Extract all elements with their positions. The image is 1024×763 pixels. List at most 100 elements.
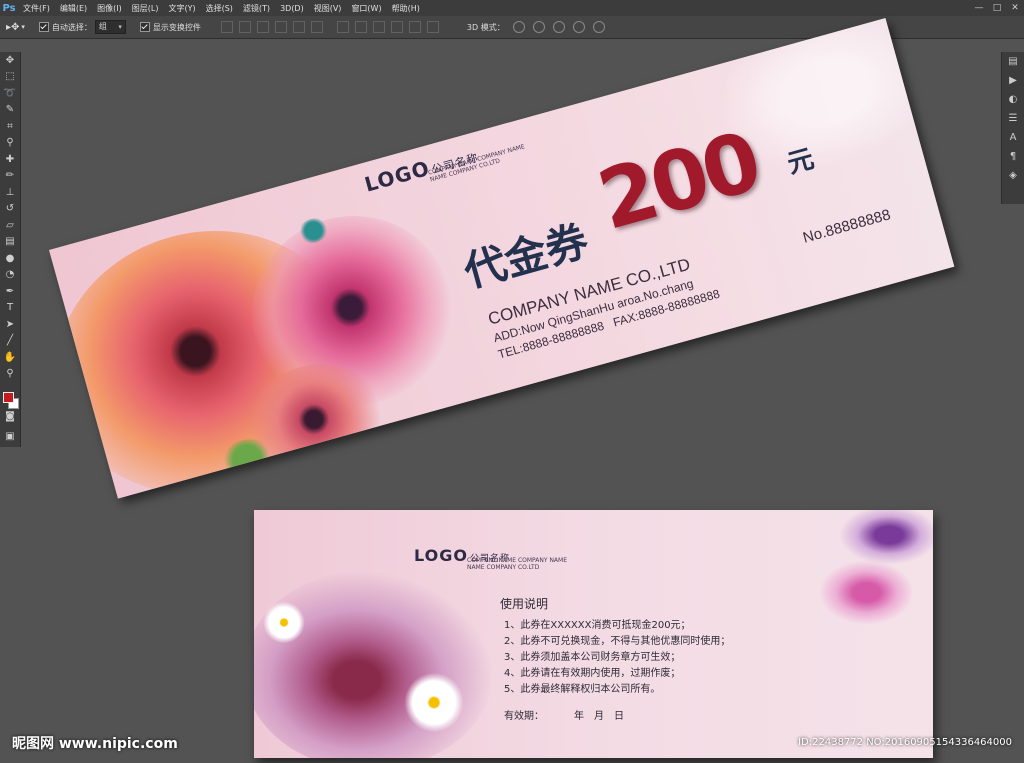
blur-tool-icon[interactable]: ● xyxy=(0,250,20,267)
distribute-left-icon[interactable] xyxy=(390,21,403,33)
menu-3d[interactable]: 3D(D) xyxy=(275,4,309,13)
marquee-tool-icon[interactable]: ⬚ xyxy=(0,69,20,86)
align-middle-icon[interactable] xyxy=(238,21,251,33)
validity-date-fields: 年 月 日 xyxy=(574,711,624,722)
quick-mask-icon[interactable]: ◙ xyxy=(0,408,20,425)
3d-panel-icon[interactable]: ◈ xyxy=(1002,166,1024,185)
rules-title: 使用说明 xyxy=(500,597,549,611)
lasso-tool-icon[interactable]: ➰ xyxy=(0,85,20,102)
chevron-down-icon: ▾ xyxy=(21,23,25,31)
purple-splash xyxy=(839,510,933,565)
align-left-icon[interactable] xyxy=(274,21,287,33)
menu-help[interactable]: 帮助(H) xyxy=(387,3,425,14)
menu-image[interactable]: 图像(I) xyxy=(92,3,127,14)
company-subtitle-back-line-1: COMPANY NAME COMPANY NAME xyxy=(467,557,568,564)
path-select-tool-icon[interactable]: ➤ xyxy=(0,316,20,333)
document-canvas[interactable]: LOGO公司名称 COMPANY NAME COMPANY NAME NAME … xyxy=(0,18,1024,763)
gradient-tool-icon[interactable]: ▤ xyxy=(0,234,20,251)
minimize-button[interactable]: — xyxy=(970,0,988,16)
rule-item-1: 1、此券在XXXXXX消费可抵现金200元； xyxy=(504,620,691,631)
company-subtitle-back: COMPANY NAME COMPANY NAME NAME COMPANY C… xyxy=(467,557,567,571)
menu-select[interactable]: 选择(S) xyxy=(201,3,238,14)
menu-bar: Ps 文件(F) 编辑(E) 图像(I) 图层(L) 文字(Y) 选择(S) 滤… xyxy=(0,0,1024,16)
white-daisy xyxy=(399,670,469,735)
align-center-icon[interactable] xyxy=(292,21,305,33)
hand-tool-icon[interactable]: ✋ xyxy=(0,349,20,366)
voucher-number: No.88888888 xyxy=(801,206,893,247)
rule-item-5: 5、此券最终解释权归本公司所有。 xyxy=(504,684,661,695)
distribute-right-icon[interactable] xyxy=(426,21,439,33)
properties-panel-icon[interactable]: ☰ xyxy=(1002,109,1024,128)
validity-label: 有效期： xyxy=(504,711,544,722)
logo-text-back: LOGO xyxy=(414,546,468,565)
menu-view[interactable]: 视图(V) xyxy=(309,3,347,14)
clone-stamp-tool-icon[interactable]: ⊥ xyxy=(0,184,20,201)
move-tool-icon: ▸✥ xyxy=(6,21,20,33)
close-button[interactable]: ✕ xyxy=(1006,0,1024,16)
brush-tool-icon[interactable]: ✏ xyxy=(0,168,20,185)
eraser-tool-icon[interactable]: ▱ xyxy=(0,217,20,234)
screen-mode-icon[interactable]: ▣ xyxy=(0,428,20,445)
mode-3d-label: 3D 模式： xyxy=(466,22,505,32)
site-watermark: 昵图网 www.nipic.com xyxy=(12,736,178,752)
menu-type[interactable]: 文字(Y) xyxy=(163,3,200,14)
move-tool-preset[interactable]: ▸✥ ▾ xyxy=(6,22,25,33)
voucher-front: LOGO公司名称 COMPANY NAME COMPANY NAME NAME … xyxy=(49,18,955,499)
auto-select-dropdown[interactable]: 组 xyxy=(94,20,126,34)
align-bottom-icon[interactable] xyxy=(256,21,269,33)
move-tool-icon[interactable]: ✥ xyxy=(0,52,20,69)
rule-item-3: 3、此券须加盖本公司财务章方可生效； xyxy=(504,652,681,663)
distribute-bottom-icon[interactable] xyxy=(372,21,385,33)
menu-filter[interactable]: 滤镜(T) xyxy=(238,3,275,14)
pan-3d-icon[interactable] xyxy=(552,21,565,33)
scale-3d-icon[interactable] xyxy=(592,21,605,33)
distribute-center-icon[interactable] xyxy=(408,21,421,33)
character-panel-icon[interactable]: A xyxy=(1002,128,1024,147)
white-daisy-small xyxy=(259,600,309,645)
voucher-amount: 200 xyxy=(588,114,768,249)
healing-brush-tool-icon[interactable]: ✚ xyxy=(0,151,20,168)
zoom-tool-icon[interactable]: ⚲ xyxy=(0,366,20,383)
tools-panel: ✥ ⬚ ➰ ✎ ⌗ ⚲ ✚ ✏ ⊥ ↺ ▱ ▤ ● ◔ ✒ T ➤ ╱ ✋ ⚲ … xyxy=(0,52,21,447)
actions-panel-icon[interactable]: ▶ xyxy=(1002,71,1024,90)
show-transform-label: 显示变换控件 xyxy=(152,22,201,32)
eyedropper-tool-icon[interactable]: ⚲ xyxy=(0,135,20,152)
watercolor-bouquet xyxy=(254,570,494,758)
auto-select-checkbox[interactable] xyxy=(38,22,49,32)
photoshop-logo: Ps xyxy=(2,2,16,14)
window-controls: — □ ✕ xyxy=(970,0,1024,16)
logo-text: LOGO xyxy=(361,155,433,197)
align-buttons xyxy=(220,21,445,33)
menu-layer[interactable]: 图层(L) xyxy=(127,3,164,14)
shape-tool-icon[interactable]: ╱ xyxy=(0,333,20,350)
orbit-3d-icon[interactable] xyxy=(512,21,525,33)
paragraph-panel-icon[interactable]: ¶ xyxy=(1002,147,1024,166)
type-tool-icon[interactable]: T xyxy=(0,300,20,317)
collapsed-panels: ▤ ▶ ◐ ☰ A ¶ ◈ xyxy=(1001,52,1024,204)
show-transform-checkbox[interactable] xyxy=(139,22,150,32)
crop-tool-icon[interactable]: ⌗ xyxy=(0,118,20,135)
menu-edit[interactable]: 编辑(E) xyxy=(55,3,92,14)
roll-3d-icon[interactable] xyxy=(532,21,545,33)
slide-3d-icon[interactable] xyxy=(572,21,585,33)
quick-select-tool-icon[interactable]: ✎ xyxy=(0,102,20,119)
distribute-top-icon[interactable] xyxy=(336,21,349,33)
rule-item-4: 4、此券请在有效期内使用，过期作废； xyxy=(504,668,681,679)
dodge-tool-icon[interactable]: ◔ xyxy=(0,267,20,284)
image-id-watermark: ID:22438772 NO:20160905154336464000 xyxy=(798,737,1012,748)
adjustments-panel-icon[interactable]: ◐ xyxy=(1002,90,1024,109)
history-brush-tool-icon[interactable]: ↺ xyxy=(0,201,20,218)
pink-splash xyxy=(819,560,914,625)
auto-select-label: 自动选择： xyxy=(51,22,92,32)
menu-file[interactable]: 文件(F) xyxy=(18,3,55,14)
align-right-icon[interactable] xyxy=(310,21,323,33)
align-top-icon[interactable] xyxy=(220,21,233,33)
foreground-color-swatch[interactable] xyxy=(3,392,14,403)
company-subtitle-back-line-2: NAME COMPANY CO.LTD xyxy=(467,564,540,571)
pen-tool-icon[interactable]: ✒ xyxy=(0,283,20,300)
distribute-middle-icon[interactable] xyxy=(354,21,367,33)
rule-item-2: 2、此券不可兑换现金，不得与其他优惠同时使用； xyxy=(504,636,731,647)
menu-window[interactable]: 窗口(W) xyxy=(346,3,386,14)
maximize-button[interactable]: □ xyxy=(988,0,1006,16)
history-panel-icon[interactable]: ▤ xyxy=(1002,52,1024,71)
